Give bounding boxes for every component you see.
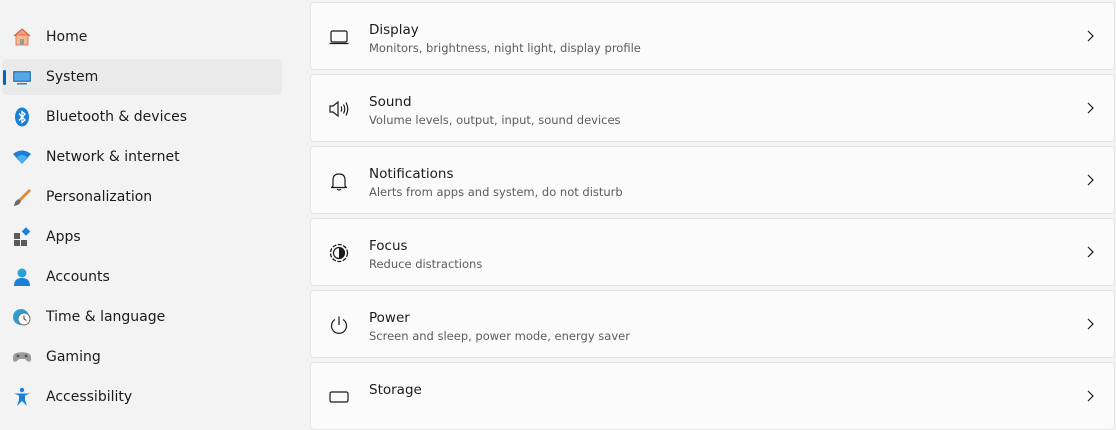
sidebar-item-system[interactable]: System (2, 59, 282, 95)
sidebar-item-label: Accessibility (46, 389, 133, 405)
sidebar-item-bluetooth-devices[interactable]: Bluetooth & devices (2, 99, 282, 135)
setting-description: Alerts from apps and system, do not dist… (369, 185, 623, 199)
settings-list: Display Monitors, brightness, night ligh… (310, 0, 1116, 430)
sidebar-item-accounts[interactable]: Accounts (2, 259, 282, 295)
wifi-icon (12, 147, 32, 167)
setting-title: Storage (369, 382, 422, 398)
setting-title: Display (369, 22, 419, 38)
focus-icon (328, 242, 350, 264)
setting-title: Notifications (369, 166, 454, 182)
focus-setting-card[interactable]: Focus Reduce distractions (310, 218, 1115, 286)
sidebar-item-gaming[interactable]: Gaming (2, 339, 282, 375)
setting-description: Screen and sleep, power mode, energy sav… (369, 329, 630, 343)
sidebar-item-label: Home (46, 29, 88, 45)
sidebar-item-label: Network & internet (46, 149, 180, 165)
sidebar-item-apps[interactable]: Apps (2, 219, 282, 255)
sidebar-item-label: Bluetooth & devices (46, 109, 188, 125)
bell-icon (328, 170, 350, 192)
chevron-right-icon (1087, 174, 1094, 186)
setting-title: Focus (369, 238, 408, 254)
chevron-right-icon (1087, 390, 1094, 402)
bluetooth-icon (12, 107, 32, 127)
clock-globe-icon (12, 307, 32, 327)
chevron-right-icon (1087, 102, 1094, 114)
sidebar-item-label: Time & language (46, 309, 166, 325)
accessibility-icon (12, 387, 32, 407)
setting-description: Volume levels, output, input, sound devi… (369, 113, 621, 127)
storage-setting-card[interactable]: Storage (310, 362, 1115, 430)
speaker-icon (328, 98, 350, 120)
account-icon (12, 267, 32, 287)
sidebar-item-label: System (46, 69, 99, 85)
sidebar-item-time-language[interactable]: Time & language (2, 299, 282, 335)
setting-title: Sound (369, 94, 412, 110)
display-setting-card[interactable]: Display Monitors, brightness, night ligh… (310, 2, 1115, 70)
setting-title: Power (369, 310, 410, 326)
sidebar-item-home[interactable]: Home (2, 19, 282, 55)
sidebar-item-personalization[interactable]: Personalization (2, 179, 282, 215)
setting-description: Reduce distractions (369, 257, 483, 271)
sidebar-item-network-internet[interactable]: Network & internet (2, 139, 282, 175)
system-icon (12, 67, 32, 87)
sidebar-item-accessibility[interactable]: Accessibility (2, 379, 282, 415)
setting-description: Monitors, brightness, night light, displ… (369, 41, 641, 55)
power-icon (328, 314, 350, 336)
sidebar-item-label: Apps (46, 229, 81, 245)
sound-setting-card[interactable]: Sound Volume levels, output, input, soun… (310, 74, 1115, 142)
navigation-sidebar: Home System Bluetooth & devices Network … (0, 0, 290, 406)
sidebar-item-label: Personalization (46, 189, 153, 205)
chevron-right-icon (1087, 318, 1094, 330)
home-icon (12, 27, 32, 47)
brush-icon (12, 187, 32, 207)
storage-icon (328, 386, 350, 408)
chevron-right-icon (1087, 246, 1094, 258)
chevron-right-icon (1087, 30, 1094, 42)
gamepad-icon (12, 347, 32, 367)
monitor-icon (328, 26, 350, 48)
sidebar-item-label: Accounts (46, 269, 110, 285)
selection-indicator (3, 70, 6, 85)
notifications-setting-card[interactable]: Notifications Alerts from apps and syste… (310, 146, 1115, 214)
apps-icon (12, 227, 32, 247)
power-setting-card[interactable]: Power Screen and sleep, power mode, ener… (310, 290, 1115, 358)
sidebar-item-label: Gaming (46, 349, 101, 365)
